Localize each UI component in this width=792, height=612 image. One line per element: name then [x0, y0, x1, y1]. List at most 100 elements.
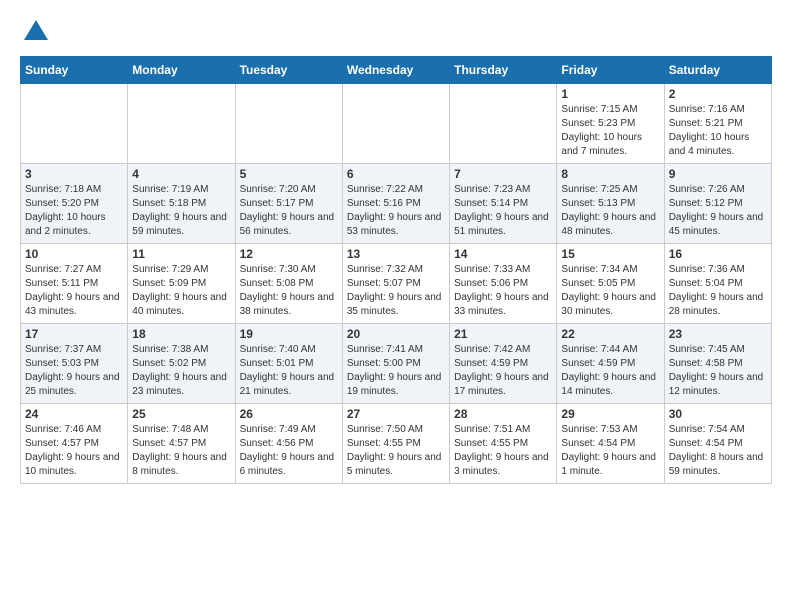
day-info: Sunrise: 7:51 AMSunset: 4:55 PMDaylight:…: [454, 423, 552, 479]
header: [20, 16, 772, 44]
day-info: Sunrise: 7:40 AMSunset: 5:01 PMDaylight:…: [240, 343, 338, 399]
day-number: 7: [454, 167, 552, 181]
day-info: Sunrise: 7:26 AMSunset: 5:12 PMDaylight:…: [669, 183, 767, 239]
calendar-week-row: 17Sunrise: 7:37 AMSunset: 5:03 PMDayligh…: [21, 324, 772, 404]
day-info: Sunrise: 7:18 AMSunset: 5:20 PMDaylight:…: [25, 183, 123, 239]
day-number: 13: [347, 247, 445, 261]
day-info: Sunrise: 7:27 AMSunset: 5:11 PMDaylight:…: [25, 263, 123, 319]
day-number: 6: [347, 167, 445, 181]
calendar-day-cell: 6 Sunrise: 7:22 AMSunset: 5:16 PMDaylight…: [342, 164, 449, 244]
day-number: 15: [561, 247, 659, 261]
day-info: Sunrise: 7:33 AMSunset: 5:06 PMDaylight:…: [454, 263, 552, 319]
calendar-day-cell: [128, 84, 235, 164]
calendar-day-cell: 20 Sunrise: 7:41 AMSunset: 5:00 PMDayligh…: [342, 324, 449, 404]
day-info: Sunrise: 7:38 AMSunset: 5:02 PMDaylight:…: [132, 343, 230, 399]
day-info: Sunrise: 7:19 AMSunset: 5:18 PMDaylight:…: [132, 183, 230, 239]
weekday-header: Friday: [557, 57, 664, 84]
day-number: 29: [561, 407, 659, 421]
calendar-day-cell: 21 Sunrise: 7:42 AMSunset: 4:59 PMDayligh…: [450, 324, 557, 404]
day-info: Sunrise: 7:41 AMSunset: 5:00 PMDaylight:…: [347, 343, 445, 399]
day-info: Sunrise: 7:20 AMSunset: 5:17 PMDaylight:…: [240, 183, 338, 239]
logo: [20, 16, 50, 44]
weekday-header: Thursday: [450, 57, 557, 84]
day-number: 20: [347, 327, 445, 341]
calendar-day-cell: 7Sunrise: 7:23 AMSunset: 5:14 PMDaylight…: [450, 164, 557, 244]
day-number: 30: [669, 407, 767, 421]
day-number: 9: [669, 167, 767, 181]
day-info: Sunrise: 7:36 AMSunset: 5:04 PMDaylight:…: [669, 263, 767, 319]
logo-icon: [22, 16, 50, 44]
calendar-day-cell: [21, 84, 128, 164]
day-number: 17: [25, 327, 123, 341]
calendar-day-cell: 15 Sunrise: 7:34 AMSunset: 5:05 PMDayligh…: [557, 244, 664, 324]
calendar-day-cell: 14Sunrise: 7:33 AMSunset: 5:06 PMDayligh…: [450, 244, 557, 324]
day-info: Sunrise: 7:42 AMSunset: 4:59 PMDaylight:…: [454, 343, 552, 399]
calendar-day-cell: [450, 84, 557, 164]
day-info: Sunrise: 7:22 AMSunset: 5:16 PMDaylight:…: [347, 183, 445, 239]
day-info: Sunrise: 7:50 AMSunset: 4:55 PMDaylight:…: [347, 423, 445, 479]
calendar-day-cell: 26 Sunrise: 7:49 AMSunset: 4:56 PMDayligh…: [235, 404, 342, 484]
day-info: Sunrise: 7:44 AMSunset: 4:59 PMDaylight:…: [561, 343, 659, 399]
calendar-day-cell: 28 Sunrise: 7:51 AMSunset: 4:55 PMDayligh…: [450, 404, 557, 484]
day-info: Sunrise: 7:54 AMSunset: 4:54 PMDaylight:…: [669, 423, 767, 479]
day-info: Sunrise: 7:16 AMSunset: 5:21 PMDaylight:…: [669, 103, 767, 159]
day-number: 5: [240, 167, 338, 181]
calendar-day-cell: 29Sunrise: 7:53 AMSunset: 4:54 PMDayligh…: [557, 404, 664, 484]
calendar-day-cell: 12 Sunrise: 7:30 AMSunset: 5:08 PMDayligh…: [235, 244, 342, 324]
weekday-header: Sunday: [21, 57, 128, 84]
calendar-day-cell: 3 Sunrise: 7:18 AMSunset: 5:20 PMDaylight…: [21, 164, 128, 244]
day-info: Sunrise: 7:49 AMSunset: 4:56 PMDaylight:…: [240, 423, 338, 479]
day-info: Sunrise: 7:34 AMSunset: 5:05 PMDaylight:…: [561, 263, 659, 319]
calendar-week-row: 10 Sunrise: 7:27 AMSunset: 5:11 PMDayligh…: [21, 244, 772, 324]
calendar-day-cell: 5 Sunrise: 7:20 AMSunset: 5:17 PMDaylight…: [235, 164, 342, 244]
calendar-day-cell: 19 Sunrise: 7:40 AMSunset: 5:01 PMDayligh…: [235, 324, 342, 404]
day-number: 26: [240, 407, 338, 421]
weekday-header: Saturday: [664, 57, 771, 84]
calendar-day-cell: 23 Sunrise: 7:45 AMSunset: 4:58 PMDayligh…: [664, 324, 771, 404]
day-number: 4: [132, 167, 230, 181]
day-number: 21: [454, 327, 552, 341]
day-number: 19: [240, 327, 338, 341]
day-number: 27: [347, 407, 445, 421]
calendar-day-cell: 4 Sunrise: 7:19 AMSunset: 5:18 PMDaylight…: [128, 164, 235, 244]
page: SundayMondayTuesdayWednesdayThursdayFrid…: [0, 0, 792, 494]
calendar-week-row: 1 Sunrise: 7:15 AMSunset: 5:23 PMDaylight…: [21, 84, 772, 164]
calendar-day-cell: 27 Sunrise: 7:50 AMSunset: 4:55 PMDayligh…: [342, 404, 449, 484]
day-number: 25: [132, 407, 230, 421]
weekday-header: Monday: [128, 57, 235, 84]
day-info: Sunrise: 7:29 AMSunset: 5:09 PMDaylight:…: [132, 263, 230, 319]
calendar-week-row: 3 Sunrise: 7:18 AMSunset: 5:20 PMDaylight…: [21, 164, 772, 244]
day-info: Sunrise: 7:25 AMSunset: 5:13 PMDaylight:…: [561, 183, 659, 239]
day-info: Sunrise: 7:30 AMSunset: 5:08 PMDaylight:…: [240, 263, 338, 319]
day-number: 1: [561, 87, 659, 101]
weekday-header: Tuesday: [235, 57, 342, 84]
calendar-day-cell: 11 Sunrise: 7:29 AMSunset: 5:09 PMDayligh…: [128, 244, 235, 324]
day-info: Sunrise: 7:45 AMSunset: 4:58 PMDaylight:…: [669, 343, 767, 399]
day-number: 11: [132, 247, 230, 261]
day-number: 10: [25, 247, 123, 261]
day-number: 18: [132, 327, 230, 341]
day-number: 3: [25, 167, 123, 181]
day-number: 23: [669, 327, 767, 341]
day-info: Sunrise: 7:15 AMSunset: 5:23 PMDaylight:…: [561, 103, 659, 159]
calendar-day-cell: 9 Sunrise: 7:26 AMSunset: 5:12 PMDaylight…: [664, 164, 771, 244]
calendar-day-cell: 13 Sunrise: 7:32 AMSunset: 5:07 PMDayligh…: [342, 244, 449, 324]
calendar-day-cell: 17Sunrise: 7:37 AMSunset: 5:03 PMDayligh…: [21, 324, 128, 404]
calendar-day-cell: 30 Sunrise: 7:54 AMSunset: 4:54 PMDayligh…: [664, 404, 771, 484]
calendar-day-cell: 8 Sunrise: 7:25 AMSunset: 5:13 PMDaylight…: [557, 164, 664, 244]
day-info: Sunrise: 7:46 AMSunset: 4:57 PMDaylight:…: [25, 423, 123, 479]
day-number: 12: [240, 247, 338, 261]
calendar-day-cell: 24 Sunrise: 7:46 AMSunset: 4:57 PMDayligh…: [21, 404, 128, 484]
calendar-day-cell: 2Sunrise: 7:16 AMSunset: 5:21 PMDaylight…: [664, 84, 771, 164]
day-number: 22: [561, 327, 659, 341]
day-number: 28: [454, 407, 552, 421]
calendar-table: SundayMondayTuesdayWednesdayThursdayFrid…: [20, 56, 772, 484]
day-info: Sunrise: 7:48 AMSunset: 4:57 PMDaylight:…: [132, 423, 230, 479]
weekday-header: Wednesday: [342, 57, 449, 84]
day-number: 24: [25, 407, 123, 421]
day-number: 8: [561, 167, 659, 181]
calendar-day-cell: 18 Sunrise: 7:38 AMSunset: 5:02 PMDayligh…: [128, 324, 235, 404]
calendar-day-cell: 1 Sunrise: 7:15 AMSunset: 5:23 PMDaylight…: [557, 84, 664, 164]
calendar-day-cell: [342, 84, 449, 164]
day-info: Sunrise: 7:32 AMSunset: 5:07 PMDaylight:…: [347, 263, 445, 319]
